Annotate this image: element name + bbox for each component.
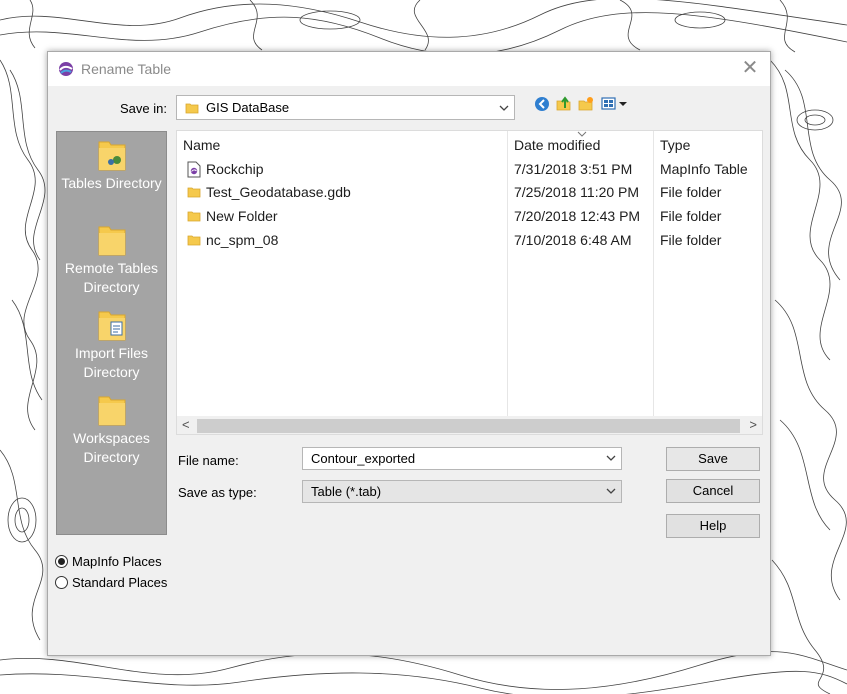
scroll-left-icon[interactable]: < (182, 417, 190, 432)
new-folder-icon[interactable] (578, 96, 594, 112)
standard-places-label[interactable]: Standard Places (72, 575, 167, 590)
close-icon: ✕ (741, 57, 759, 79)
help-button[interactable]: Help (666, 514, 760, 538)
table-row[interactable]: Test_Geodatabase.gdb 7/25/2018 11:20 PM … (177, 181, 762, 204)
mapinfo-table-icon (187, 161, 201, 178)
save-as-type-dropdown[interactable]: Table (*.tab) (302, 480, 622, 503)
file-type: File folder (660, 184, 722, 200)
file-date: 7/20/2018 12:43 PM (514, 208, 641, 224)
file-date: 7/31/2018 3:51 PM (514, 161, 633, 177)
dialog-title: Rename Table (81, 61, 172, 77)
file-name: nc_spm_08 (206, 232, 279, 248)
save-in-dropdown[interactable]: GIS DataBase (176, 95, 515, 120)
chevron-down-icon (499, 105, 509, 111)
back-icon[interactable] (534, 96, 550, 112)
scroll-right-icon[interactable]: > (749, 417, 757, 432)
horizontal-scrollbar[interactable]: < > (177, 416, 762, 434)
place-tables-directory[interactable]: Tables Directory (57, 138, 166, 193)
save-button[interactable]: Save (666, 447, 760, 471)
file-name-value: Contour_exported (311, 451, 416, 466)
folder-icon (98, 226, 125, 256)
scrollbar-thumb[interactable] (197, 419, 740, 433)
save-in-value: GIS DataBase (206, 100, 290, 115)
tables-folder-icon (98, 141, 125, 171)
file-name-label: File name: (178, 453, 239, 468)
file-type: MapInfo Table (660, 161, 748, 177)
place-label: Tables Directory (61, 175, 162, 191)
folder-icon (187, 235, 201, 246)
file-name: New Folder (206, 208, 278, 224)
column-header-name[interactable]: Name (183, 137, 220, 153)
place-workspaces-directory[interactable]: Workspaces Directory (57, 393, 166, 467)
chevron-down-icon (606, 488, 616, 494)
view-menu-icon[interactable] (601, 96, 629, 112)
places-bar: Tables Directory Remote Tables Directory… (56, 131, 167, 535)
place-remote-tables-directory[interactable]: Remote Tables Directory (57, 223, 166, 297)
close-button[interactable]: ✕ (740, 58, 760, 78)
mapinfo-app-icon (59, 62, 73, 76)
file-name: Rockchip (206, 161, 264, 177)
folder-icon (185, 103, 199, 114)
table-row[interactable]: Rockchip 7/31/2018 3:51 PM MapInfo Table (177, 158, 762, 181)
mapinfo-places-radio[interactable] (55, 555, 68, 568)
save-in-label: Save in: (120, 101, 167, 116)
table-row[interactable]: New Folder 7/20/2018 12:43 PM File folde… (177, 205, 762, 228)
file-type: File folder (660, 232, 722, 248)
file-date: 7/10/2018 6:48 AM (514, 232, 632, 248)
mapinfo-places-label[interactable]: MapInfo Places (72, 554, 162, 569)
up-folder-icon[interactable] (556, 96, 572, 112)
place-label: Workspaces Directory (73, 430, 150, 465)
cancel-button[interactable]: Cancel (666, 479, 760, 503)
save-as-type-value: Table (*.tab) (311, 484, 382, 499)
column-header-date-modified[interactable]: Date modified (514, 137, 600, 153)
file-date: 7/25/2018 11:20 PM (514, 184, 640, 200)
chevron-down-icon (606, 455, 616, 461)
import-folder-icon (98, 311, 125, 341)
column-header-type[interactable]: Type (660, 137, 690, 153)
file-name-input[interactable]: Contour_exported (302, 447, 622, 470)
file-type: File folder (660, 208, 722, 224)
folder-icon (98, 396, 125, 426)
folder-icon (187, 187, 201, 198)
place-import-files-directory[interactable]: Import Files Directory (57, 308, 166, 382)
place-label: Import Files Directory (74, 345, 149, 380)
save-as-type-label: Save as type: (178, 485, 257, 500)
table-row[interactable]: nc_spm_08 7/10/2018 6:48 AM File folder (177, 229, 762, 252)
title-bar: Rename Table ✕ (48, 52, 770, 86)
place-label: Remote Tables Directory (64, 260, 159, 295)
standard-places-radio[interactable] (55, 576, 68, 589)
file-name: Test_Geodatabase.gdb (206, 184, 351, 200)
sort-indicator-icon (577, 131, 587, 137)
file-list[interactable]: Name Date modified Type Rockchip 7/31/20… (176, 130, 763, 435)
rename-table-dialog: Rename Table ✕ Save in: GIS DataBase Tab… (47, 51, 771, 656)
folder-icon (187, 211, 201, 222)
